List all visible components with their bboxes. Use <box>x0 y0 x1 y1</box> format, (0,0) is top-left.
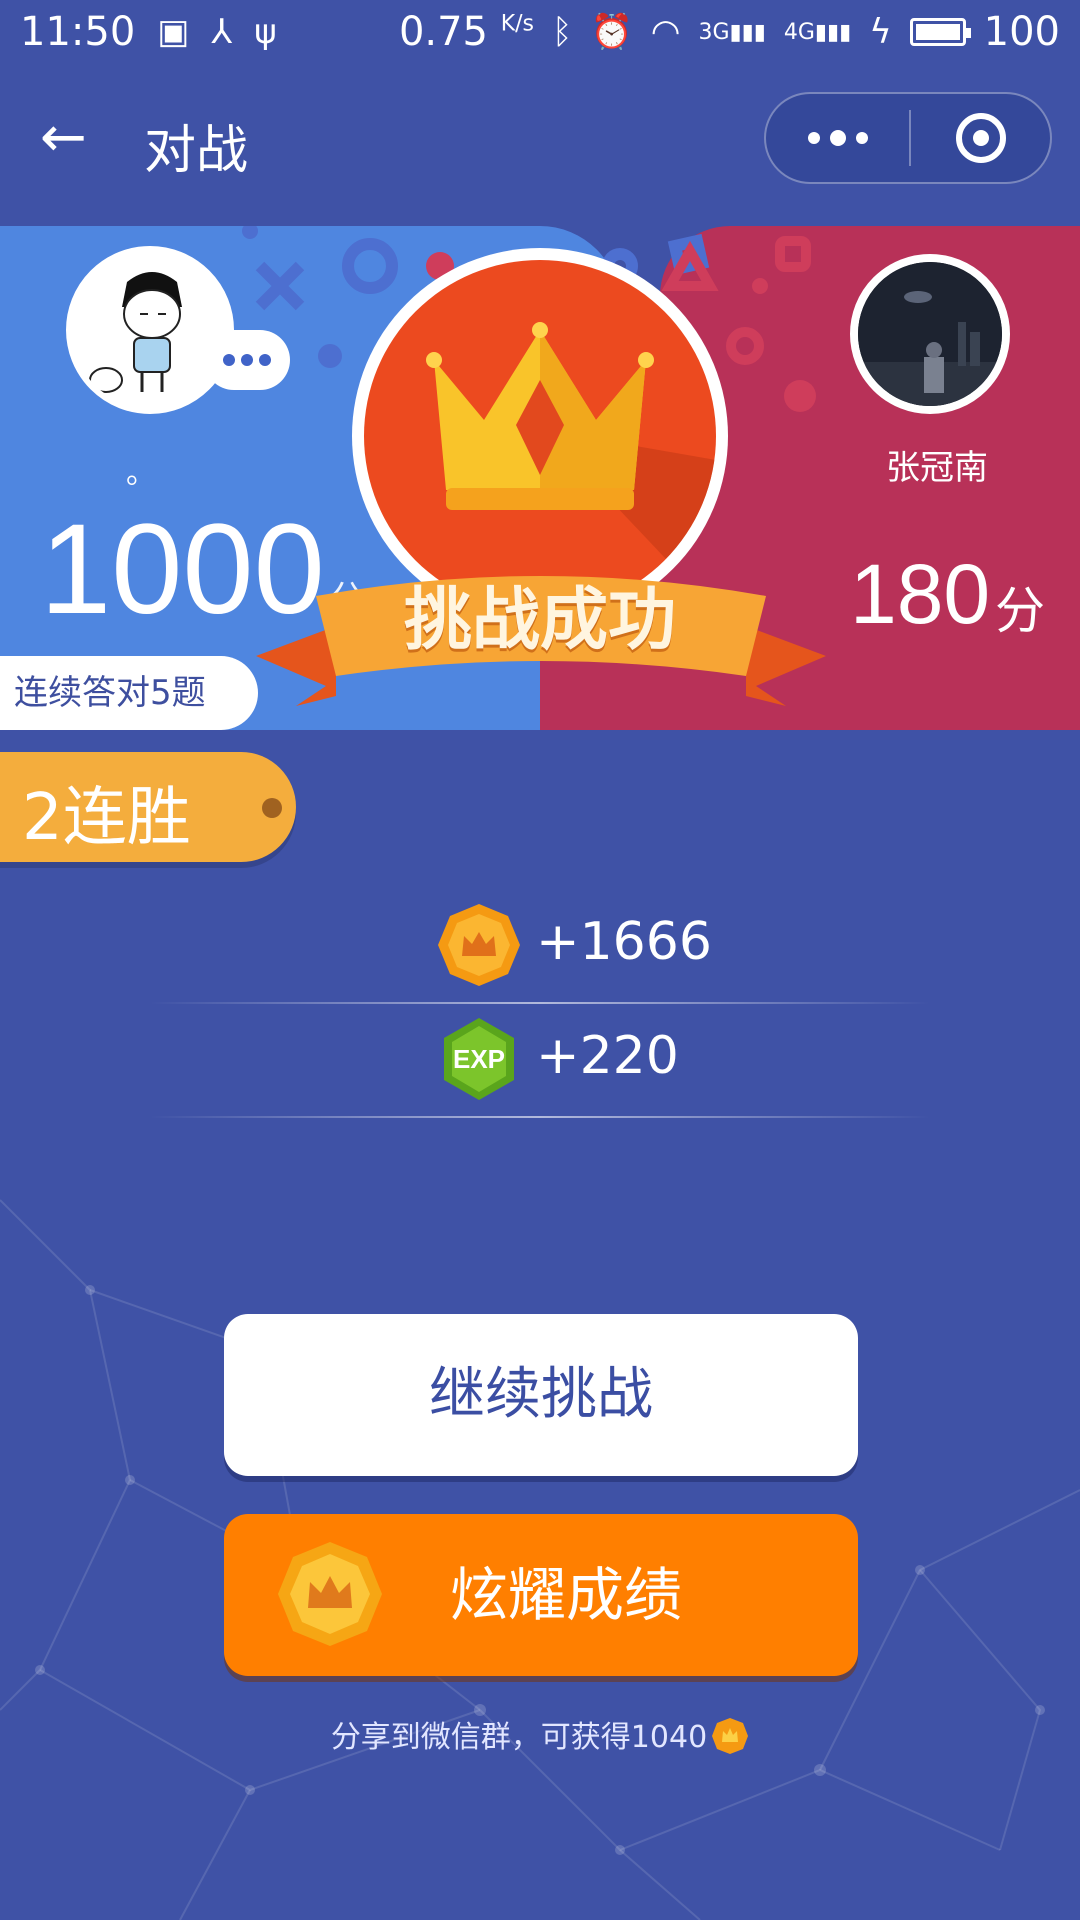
crown-coin-icon <box>438 904 520 986</box>
share-reward-hint: 分享到微信群，可获得1040 <box>0 1712 1080 1756</box>
alarm-icon: ⏰ <box>590 12 633 52</box>
signal-4g: 4G▮▮▮ <box>783 19 852 45</box>
cartoon-boy-avatar <box>72 252 228 408</box>
more-dot-icon <box>855 132 868 144</box>
crown-coin-icon <box>712 1718 749 1754</box>
share-hint-text: 分享到微信群，可获得1040 <box>330 1720 708 1755</box>
chat-bubble-icon[interactable] <box>204 330 290 390</box>
dot-icon <box>259 354 271 366</box>
nav-bar: ← 对战 <box>0 80 1080 200</box>
reward-divider <box>150 1002 930 1004</box>
status-bar: 11:50 ▣ ⅄ ψ 0.75 K/s ᛒ ⏰ ◠ 3G▮▮▮ 4G▮▮▮ ϟ… <box>0 0 1080 64</box>
exp-reward-value: +220 <box>536 1026 679 1086</box>
signal-3g: 3G▮▮▮ <box>698 19 766 45</box>
exp-reward-row: EXP +220 <box>0 1016 1080 1116</box>
more-dot-icon <box>829 130 846 146</box>
left-player-avatar[interactable] <box>66 246 234 414</box>
back-arrow-icon[interactable]: ← <box>40 108 100 168</box>
charging-icon: ϟ <box>869 12 892 52</box>
share-score-button[interactable]: 炫耀成绩 <box>224 1514 858 1676</box>
left-player-name: 。 <box>126 456 156 491</box>
coin-reward-row: +1666 <box>0 902 1080 1002</box>
wifi-icon: ◠ <box>650 12 681 52</box>
share-score-label: 炫耀成绩 <box>450 1561 683 1629</box>
coin-reward-value: +1666 <box>536 912 712 972</box>
page-title: 对战 <box>144 121 249 181</box>
bluetooth-icon: ᛒ <box>552 12 573 52</box>
more-button[interactable] <box>766 94 909 182</box>
miniprogram-capsule <box>764 92 1052 184</box>
image-icon: ▣ <box>157 12 190 52</box>
dot-icon <box>241 354 253 366</box>
usb-icon: ψ <box>254 12 277 52</box>
dot-icon <box>223 354 235 366</box>
battery-icon <box>909 18 971 46</box>
more-dot-icon <box>807 132 820 144</box>
right-player-name: 张冠南 <box>886 448 988 488</box>
network-speed: 0.75 K/s <box>398 9 535 55</box>
svg-text:EXP: EXP <box>453 1044 505 1074</box>
streak-badge: 连续答对5题 <box>0 656 258 730</box>
target-icon <box>955 113 1006 163</box>
challenge-result-label: 挑战成功 <box>403 581 676 660</box>
continue-challenge-button[interactable]: 继续挑战 <box>224 1314 858 1476</box>
exp-icon: EXP <box>444 1018 514 1100</box>
close-miniprogram-button[interactable] <box>911 94 1050 182</box>
win-streak-label: 2连胜 <box>22 781 191 855</box>
win-streak-tag: 2连胜 <box>0 752 296 862</box>
status-time: 11:50 <box>20 9 136 55</box>
right-score-unit: 分 <box>995 582 1045 640</box>
battle-panel: 。 1000 分 张冠南 180 分 连续答对5题 <box>0 226 1080 730</box>
battery-level: 100 <box>983 9 1060 55</box>
tag-hole <box>262 798 282 818</box>
right-player-score: 180 <box>850 547 991 641</box>
right-player-avatar[interactable] <box>850 254 1010 414</box>
crown-coin-icon <box>278 1542 382 1646</box>
night-city-photo <box>858 262 1002 406</box>
reward-divider <box>150 1116 930 1118</box>
share-icon: ⅄ <box>211 12 233 52</box>
